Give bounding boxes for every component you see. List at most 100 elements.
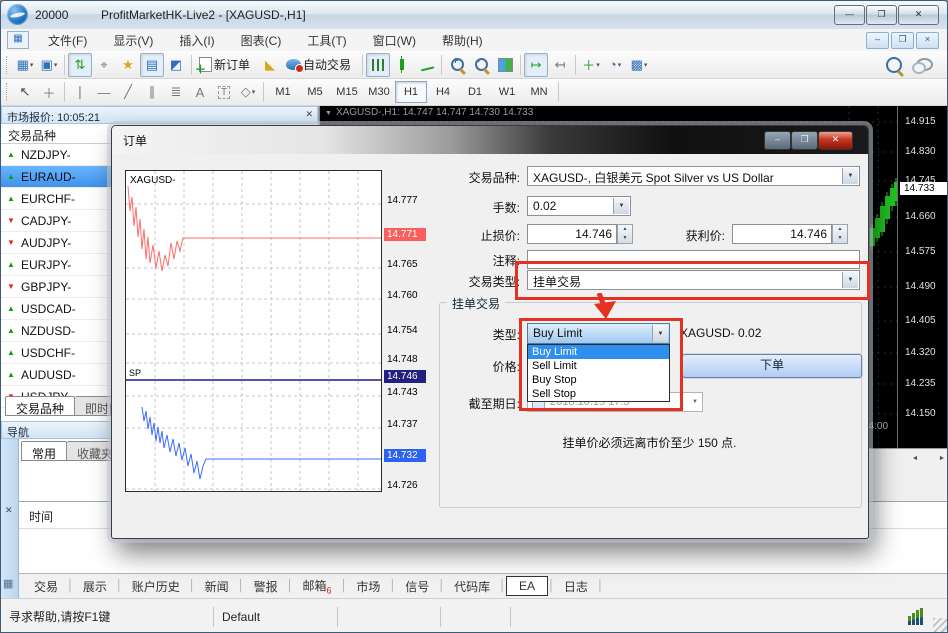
window-maximize-button[interactable]: ❐ (866, 5, 897, 25)
tab-展示[interactable]: 展示 (74, 576, 116, 597)
timeframe-mn[interactable]: MN (523, 81, 555, 103)
channel-button[interactable]: ∥ (140, 80, 164, 104)
shapes-button[interactable]: ◇▾ (236, 80, 260, 104)
tab-信号[interactable]: 信号 (396, 576, 438, 597)
dropdown-option-sell-stop[interactable]: Sell Stop (528, 387, 669, 401)
menu-item-2[interactable]: 插入(I) (166, 30, 227, 51)
chart-system-menu-icon[interactable]: ▦ (7, 31, 29, 49)
toolbar-grip[interactable] (6, 56, 10, 74)
dropdown-option-sell-limit[interactable]: Sell Limit (528, 359, 669, 373)
menu-item-1[interactable]: 显示(V) (100, 30, 166, 51)
mdi-restore-button[interactable]: ❐ (891, 32, 914, 49)
dropdown-option-buy-stop[interactable]: Buy Stop (528, 373, 669, 387)
timeframe-m1[interactable]: M1 (267, 81, 299, 103)
takeprofit-spinner[interactable]: ▲ ▼ (832, 224, 848, 244)
close-icon[interactable]: ✕ (5, 505, 13, 516)
favorites-button[interactable]: ★ (116, 53, 140, 77)
trendline-button[interactable]: ╱ (116, 80, 140, 104)
combo-arrow-icon[interactable]: ▼ (842, 272, 858, 288)
scroll-left-icon[interactable]: ◄ (907, 451, 923, 466)
text-tool-button[interactable]: A (188, 80, 212, 104)
timeframe-m15[interactable]: M15 (331, 81, 363, 103)
spin-down-icon[interactable]: ▼ (833, 234, 847, 243)
comment-input[interactable] (527, 250, 860, 269)
combo-arrow-icon[interactable]: ▼ (652, 325, 668, 342)
timeframe-h4[interactable]: H4 (427, 81, 459, 103)
dialog-title-bar[interactable]: 订单 (112, 126, 868, 154)
pending-type-combo[interactable]: Buy Limit ▼ (527, 323, 670, 344)
mdi-minimize-button[interactable]: – (866, 32, 889, 49)
horizontal-line-button[interactable]: — (92, 80, 116, 104)
panel-grid-icon[interactable]: ▦ (3, 577, 13, 590)
scroll-to-end-button[interactable]: ↦ (524, 53, 548, 77)
chart-shift-end-button[interactable]: ↤ (548, 53, 572, 77)
indicator-wedge-button[interactable]: ◣ (258, 53, 282, 77)
dialog-close-button[interactable]: ✕ (818, 131, 853, 150)
toolbar-grip[interactable] (6, 83, 10, 101)
dialog-maximize-button[interactable]: ❐ (791, 131, 818, 150)
scroll-right-icon[interactable]: ► (934, 451, 948, 466)
candlestick-button[interactable] (390, 53, 414, 77)
add-indicator-button[interactable]: ＋▾ (579, 53, 603, 77)
data-window-button[interactable]: ◩ (164, 53, 188, 77)
cursor-tool-button[interactable]: ↖ (13, 80, 37, 104)
timeframe-d1[interactable]: D1 (459, 81, 491, 103)
combo-arrow-icon[interactable]: ▼ (842, 168, 858, 184)
periods-button[interactable]: ◔▾ (603, 53, 627, 77)
menu-item-3[interactable]: 图表(C) (228, 30, 295, 51)
dialog-minimize-button[interactable]: – (764, 131, 791, 150)
status-profile[interactable]: Default (214, 607, 338, 627)
zoom-in-button[interactable]: + (445, 53, 469, 77)
chat-icon[interactable] (916, 58, 933, 71)
tab-市场[interactable]: 市场 (347, 576, 389, 597)
menu-item-0[interactable]: 文件(F) (35, 30, 100, 51)
combo-arrow-icon[interactable]: ▼ (692, 399, 698, 405)
menu-item-4[interactable]: 工具(T) (294, 30, 359, 51)
tab-警报[interactable]: 警报 (245, 576, 287, 597)
volume-combo[interactable]: 0.02 ▼ (527, 196, 631, 216)
bar-chart-button[interactable] (366, 53, 390, 77)
fibonacci-button[interactable]: ≣ (164, 80, 188, 104)
new-chart-button[interactable]: ▦▾ (13, 53, 37, 77)
menu-item-6[interactable]: 帮助(H) (429, 30, 496, 51)
profiles-button[interactable]: ▣▾ (37, 53, 61, 77)
autotrade-button[interactable]: 自动交易 (282, 53, 359, 77)
symbol-combo[interactable]: XAGUSD-, 白银美元 Spot Silver vs US Dollar ▼ (527, 166, 860, 186)
market-watch-tab-0[interactable]: 交易品种 (5, 396, 75, 416)
timeframe-w1[interactable]: W1 (491, 81, 523, 103)
tab-新闻[interactable]: 新闻 (196, 576, 238, 597)
close-icon[interactable]: ✕ (305, 109, 313, 120)
tab-日志[interactable]: 日志 (555, 576, 597, 597)
text-label-button[interactable]: T (212, 80, 236, 104)
new-order-button[interactable]: 新订单 (195, 53, 258, 77)
timeframe-m5[interactable]: M5 (299, 81, 331, 103)
tab-账户历史[interactable]: 账户历史 (123, 576, 189, 597)
window-minimize-button[interactable]: — (834, 5, 865, 25)
chart-shift-button[interactable]: ⌖ (92, 53, 116, 77)
autoscroll-button[interactable]: ⇅ (68, 53, 92, 77)
time-column-header[interactable]: 时间 (29, 508, 53, 525)
zoom-out-button[interactable]: - (469, 53, 493, 77)
tile-windows-button[interactable] (493, 53, 517, 77)
line-chart-button[interactable] (414, 53, 438, 77)
tab-交易[interactable]: 交易 (25, 576, 67, 597)
templates-button[interactable]: ▩▾ (627, 53, 651, 77)
place-order-button[interactable]: 下单 (682, 354, 862, 378)
stoploss-input[interactable]: 14.746 (527, 224, 617, 244)
takeprofit-input[interactable]: 14.746 (732, 224, 832, 244)
crosshair-tool-button[interactable]: ＋ (37, 80, 61, 104)
navigator-tab-0[interactable]: 常用 (21, 441, 67, 461)
timeframe-h1[interactable]: H1 (395, 81, 427, 103)
spin-up-icon[interactable]: ▲ (833, 225, 847, 234)
dropdown-option-buy-limit[interactable]: Buy Limit (528, 345, 669, 359)
vertical-line-button[interactable]: ❘ (68, 80, 92, 104)
market-watch-toggle-button[interactable]: ▤ (140, 53, 164, 77)
timeframe-m30[interactable]: M30 (363, 81, 395, 103)
search-icon[interactable] (886, 57, 902, 73)
menu-item-5[interactable]: 窗口(W) (360, 30, 429, 51)
tab-代码库[interactable]: 代码库 (445, 576, 499, 597)
resize-grip[interactable] (933, 618, 947, 632)
window-close-button[interactable]: ✕ (898, 5, 939, 25)
trade-type-combo[interactable]: 挂单交易 ▼ (527, 270, 860, 290)
tab-EA[interactable]: EA (506, 576, 548, 596)
